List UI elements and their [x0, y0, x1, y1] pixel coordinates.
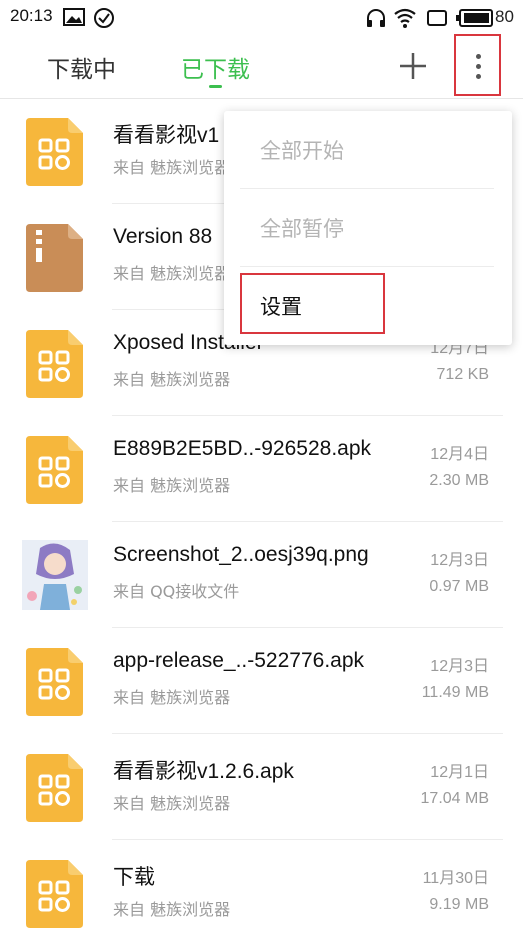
list-item[interactable]: E889B2E5BD..-926528.apk 来自 魅族浏览器 12月4日 2…: [0, 416, 523, 522]
add-icon[interactable]: [396, 49, 430, 83]
menu-item-pause-all[interactable]: 全部暂停: [224, 189, 512, 265]
file-name: Version 88: [113, 225, 213, 248]
status-time: 20:13: [10, 6, 53, 25]
more-dot: [476, 54, 481, 59]
file-source: 来自 魅族浏览器: [113, 370, 231, 389]
file-name: E889B2E5BD..-926528.apk: [113, 437, 372, 460]
file-source: 来自 魅族浏览器: [113, 794, 231, 813]
file-size: 2.30 MB: [429, 472, 489, 489]
list-item[interactable]: 看看影视v1.2.6.apk 来自 魅族浏览器 12月1日 17.04 MB: [0, 734, 523, 840]
check-circle-icon: [94, 8, 114, 28]
screen-icon: [427, 10, 447, 26]
tab-downloading[interactable]: 下载中: [47, 50, 116, 84]
status-bar: 20:13 80: [0, 0, 523, 36]
file-date: 12月3日: [430, 552, 489, 569]
file-source: 来自 魅族浏览器: [113, 264, 231, 283]
file-size: 712 KB: [436, 366, 489, 383]
battery-icon: [456, 9, 493, 27]
more-options-button[interactable]: [454, 34, 501, 96]
top-bar: 下载中 已下载: [0, 36, 523, 99]
list-item[interactable]: app-release_..-522776.apk 来自 魅族浏览器 12月3日…: [0, 628, 523, 734]
file-date: 12月1日: [430, 764, 489, 781]
file-name: 下载: [113, 866, 155, 889]
apk-file-icon: [26, 754, 83, 822]
file-source: 来自 魅族浏览器: [113, 688, 231, 707]
file-source: 来自 魅族浏览器: [113, 900, 231, 919]
file-source: 来自 魅族浏览器: [113, 158, 231, 177]
file-name: 看看影视v1.2.6.apk: [113, 760, 294, 783]
file-name: app-release_..-522776.apk: [113, 649, 365, 672]
file-source: 来自 QQ接收文件: [113, 582, 240, 601]
menu-item-label: 全部开始: [260, 139, 344, 163]
tab-downloaded[interactable]: 已下载: [181, 50, 250, 84]
menu-item-label: 全部暂停: [260, 217, 344, 241]
apk-file-icon: [26, 860, 83, 928]
file-date: 12月4日: [430, 446, 489, 463]
apk-file-icon: [26, 436, 83, 504]
apk-file-icon: [26, 330, 83, 398]
archive-file-icon: [26, 224, 83, 292]
headphones-icon: [367, 9, 385, 27]
list-item[interactable]: Screenshot_2..oesj39q.png 来自 QQ接收文件 12月3…: [0, 522, 523, 628]
file-date: 11月30日: [422, 870, 489, 887]
settings-highlight: [240, 273, 385, 334]
file-size: 11.49 MB: [421, 684, 489, 701]
wifi-icon: [394, 8, 416, 28]
apk-file-icon: [26, 118, 83, 186]
battery-level: 80: [495, 7, 514, 26]
active-tab-indicator: [209, 85, 222, 88]
menu-item-start-all[interactable]: 全部开始: [224, 111, 512, 187]
file-name: 看看影视v1: [113, 124, 220, 147]
more-dot: [476, 64, 481, 69]
file-size: 0.97 MB: [429, 578, 489, 595]
more-dot: [476, 74, 481, 79]
file-date: 12月3日: [430, 658, 489, 675]
apk-file-icon: [26, 648, 83, 716]
file-source: 来自 魅族浏览器: [113, 476, 231, 495]
image-thumbnail: [22, 540, 88, 610]
file-size: 17.04 MB: [420, 790, 489, 807]
list-item[interactable]: 下载 来自 魅族浏览器 11月30日 9.19 MB: [0, 840, 523, 946]
file-name: Screenshot_2..oesj39q.png: [113, 543, 369, 566]
image-notification-icon: [63, 8, 85, 26]
file-size: 9.19 MB: [429, 896, 489, 913]
